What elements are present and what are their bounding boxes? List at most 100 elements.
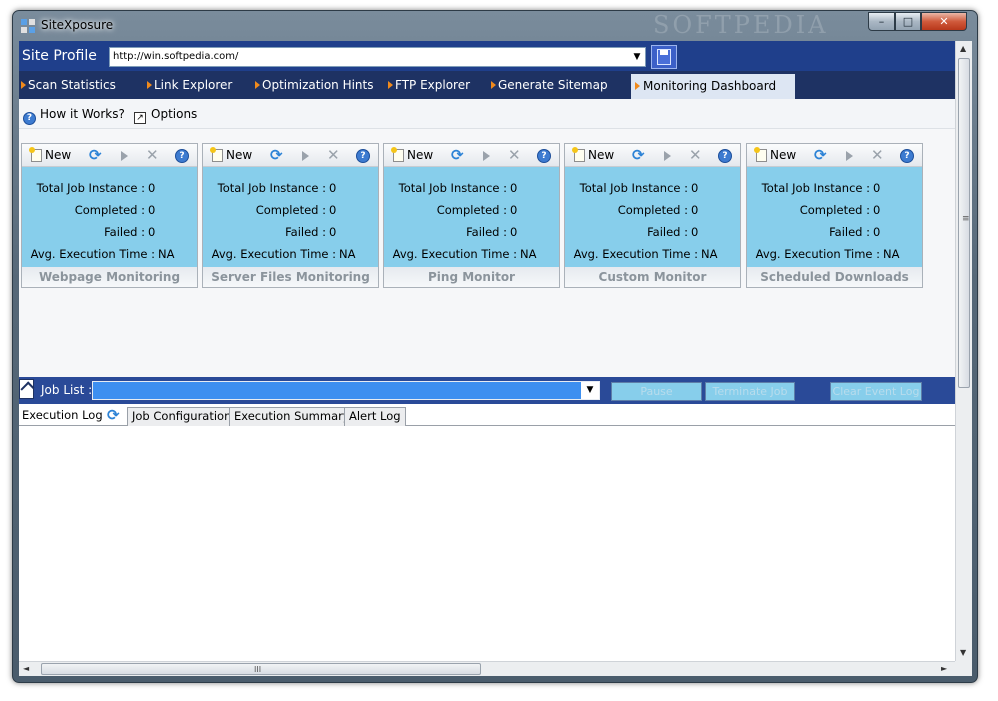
stat-value: NA — [339, 247, 356, 261]
stat-value: 0 — [148, 203, 156, 217]
panel-title[interactable]: Server Files Monitoring — [203, 267, 378, 287]
delete-icon[interactable]: ✕ — [508, 146, 521, 164]
vertical-scroll-thumb[interactable]: ≡ — [958, 58, 970, 388]
job-list-combobox[interactable]: ▼ — [92, 381, 600, 400]
new-icon — [210, 147, 223, 162]
job-list-bar: Job List : ▼ Pause Terminate Job Clear E… — [19, 377, 955, 404]
stat-value: 0 — [329, 181, 337, 195]
save-profile-button[interactable] — [651, 45, 677, 69]
stat-value: 0 — [873, 203, 881, 217]
play-icon[interactable] — [302, 151, 309, 161]
refresh-icon[interactable]: ⟳ — [451, 147, 464, 164]
refresh-icon[interactable]: ⟳ — [270, 147, 283, 164]
tab-execution-log[interactable]: Execution Log — [22, 408, 103, 422]
stat-value: 0 — [510, 225, 518, 239]
play-icon[interactable] — [483, 151, 490, 161]
external-link-icon: ↗ — [134, 112, 146, 124]
delete-icon[interactable]: ✕ — [327, 146, 340, 164]
help-icon[interactable]: ? — [900, 149, 914, 163]
new-label: New — [407, 148, 434, 162]
pause-button[interactable]: Pause — [611, 382, 702, 401]
panel-toolbar: New ⟳ ✕? — [565, 144, 740, 167]
scroll-up-icon[interactable]: ▲ — [960, 44, 966, 53]
options-button[interactable]: ↗ Options — [134, 105, 198, 124]
tab-alert-log[interactable]: Alert Log — [344, 407, 406, 426]
help-icon[interactable]: ? — [356, 149, 370, 163]
refresh-icon[interactable]: ⟳ — [814, 147, 827, 164]
popout-icon[interactable] — [19, 379, 34, 399]
stat-label: Avg. Execution Time : — [211, 247, 336, 261]
scrollbar-corner — [955, 661, 972, 676]
play-icon[interactable] — [664, 151, 671, 161]
stat-value: NA — [701, 247, 718, 261]
nav-monitoring-dashboard[interactable]: Monitoring Dashboard — [631, 74, 795, 99]
refresh-icon[interactable]: ⟳ — [89, 147, 102, 164]
close-button[interactable]: ✕ — [921, 12, 967, 31]
new-job-button[interactable]: New — [572, 147, 614, 164]
help-icon[interactable]: ? — [537, 149, 551, 163]
help-icon[interactable]: ? — [175, 149, 189, 163]
stat-label: Total Job Instance : — [579, 181, 688, 195]
minimize-button[interactable]: – — [868, 12, 895, 31]
monitor-panel: New ⟳ ✕? Total Job Instance :0 Completed :0F… — [21, 143, 198, 288]
panel-title[interactable]: Scheduled Downloads — [747, 267, 922, 287]
clear-event-log-button[interactable]: Clear Event Log — [830, 382, 922, 401]
options-label: Options — [151, 107, 198, 121]
title-bar[interactable]: SiteXposure SOFTPEDIA – □ ✕ — [13, 11, 977, 41]
stat-label: Completed : — [617, 203, 688, 217]
refresh-icon[interactable]: ⟳ — [632, 147, 645, 164]
nav-link-explorer[interactable]: Link Explorer — [145, 71, 232, 99]
stat-label: Avg. Execution Time : — [573, 247, 698, 261]
panel-toolbar: New ⟳ ✕? — [747, 144, 922, 167]
nav-scan-statistics[interactable]: Scan Statistics — [19, 71, 116, 99]
nav-ftp-explorer[interactable]: FTP Explorer — [386, 71, 470, 99]
new-label: New — [45, 148, 72, 162]
url-combobox[interactable]: http://win.softpedia.com/ ▼ — [109, 47, 646, 67]
nav-generate-sitemap[interactable]: Generate Sitemap — [489, 71, 608, 99]
horizontal-scrollbar[interactable]: ◄ III ► — [19, 661, 955, 676]
how-it-works-button[interactable]: ? How it Works? — [23, 105, 125, 125]
chevron-down-icon[interactable]: ▼ — [581, 382, 599, 399]
panel-title[interactable]: Ping Monitor — [384, 267, 559, 287]
maximize-button[interactable]: □ — [895, 12, 921, 31]
new-icon — [754, 147, 767, 162]
panel-title[interactable]: Webpage Monitoring — [22, 267, 197, 287]
monitor-panel: New ⟳ ✕? Total Job Instance :0 Completed :0F… — [746, 143, 923, 288]
scroll-down-icon[interactable]: ▼ — [960, 648, 966, 657]
delete-icon[interactable]: ✕ — [871, 146, 884, 164]
vertical-scrollbar[interactable]: ▲ ≡ ▼ — [955, 41, 972, 661]
new-job-button[interactable]: New — [29, 147, 72, 164]
stat-label: Completed : — [436, 203, 507, 217]
stat-label: Failed : — [466, 225, 507, 239]
new-job-button[interactable]: New — [391, 147, 434, 164]
horizontal-scroll-thumb[interactable]: III — [41, 663, 481, 675]
play-icon[interactable] — [121, 151, 128, 161]
tab-job-configuration[interactable]: Job Configuration — [127, 407, 237, 426]
nav-optimization-hints[interactable]: Optimization Hints — [253, 71, 374, 99]
delete-icon[interactable]: ✕ — [146, 146, 159, 164]
terminate-job-button[interactable]: Terminate Job — [705, 382, 795, 401]
refresh-icon[interactable]: ⟳ — [107, 406, 120, 424]
play-icon[interactable] — [846, 151, 853, 161]
window-title: SiteXposure — [41, 18, 114, 32]
monitor-panel: New ⟳ ✕? Total Job Instance :0 Completed :0F… — [564, 143, 741, 288]
help-icon: ? — [23, 112, 36, 125]
new-job-button[interactable]: New — [210, 147, 252, 164]
chevron-down-icon[interactable]: ▼ — [629, 48, 645, 66]
delete-icon[interactable]: ✕ — [689, 146, 702, 164]
log-tabs: Execution Log ⟳ Job Configuration Execut… — [19, 404, 955, 426]
scroll-left-icon[interactable]: ◄ — [23, 664, 29, 673]
panel-toolbar: New ⟳ ✕? — [203, 144, 378, 167]
panel-stats: Total Job Instance :0 Completed :0 Failed … — [22, 167, 197, 267]
new-icon — [572, 147, 585, 162]
stat-label: Failed : — [104, 225, 145, 239]
stat-value: 0 — [691, 181, 699, 195]
help-icon[interactable]: ? — [718, 149, 732, 163]
tab-execution-summary[interactable]: Execution Summary — [229, 407, 355, 426]
scroll-right-icon[interactable]: ► — [941, 664, 947, 673]
stat-value: 0 — [510, 181, 518, 195]
new-job-button[interactable]: New — [754, 147, 797, 164]
panel-title[interactable]: Custom Monitor — [565, 267, 740, 287]
new-label: New — [770, 148, 797, 162]
execution-log-area[interactable] — [19, 426, 955, 661]
